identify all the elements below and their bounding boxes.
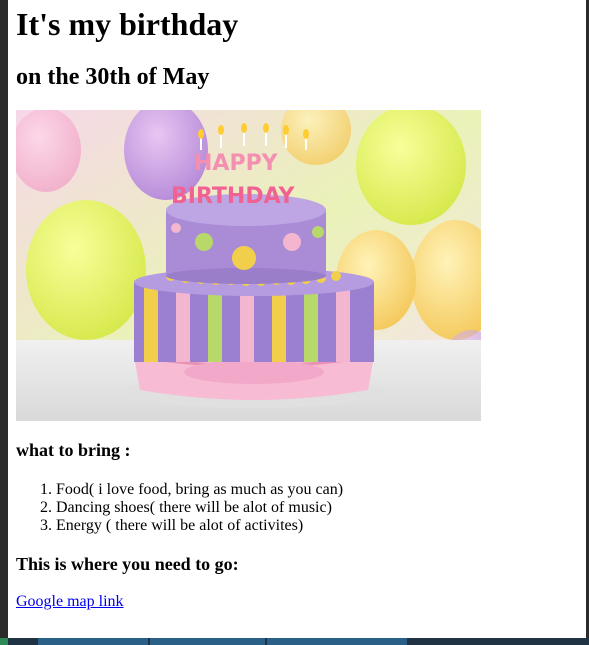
bring-heading: what to bring : [16, 440, 131, 460]
candle-letters-bottom: BIRTHDAY [171, 184, 296, 209]
birthday-cake-illustration: HAPPY BIRTHDAY [16, 110, 481, 421]
list-item: Food( i love food, bring as much as you … [56, 481, 343, 499]
candle-letters-top: HAPPY [194, 151, 279, 176]
location-heading: This is where you need to go: [16, 554, 239, 574]
bring-list: Food( i love food, bring as much as you … [16, 481, 343, 535]
list-item: Dancing shoes( there will be alot of mus… [56, 499, 343, 517]
birthday-cake-image: HAPPY BIRTHDAY [16, 110, 481, 421]
page-subtitle: on the 30th of May [16, 64, 210, 90]
google-map-link[interactable]: Google map link [16, 593, 124, 611]
window-left-edge [0, 0, 8, 645]
taskbar-strip [0, 638, 589, 645]
page-title: It's my birthday [16, 6, 239, 42]
list-item: Energy ( there will be alot of activites… [56, 517, 343, 535]
